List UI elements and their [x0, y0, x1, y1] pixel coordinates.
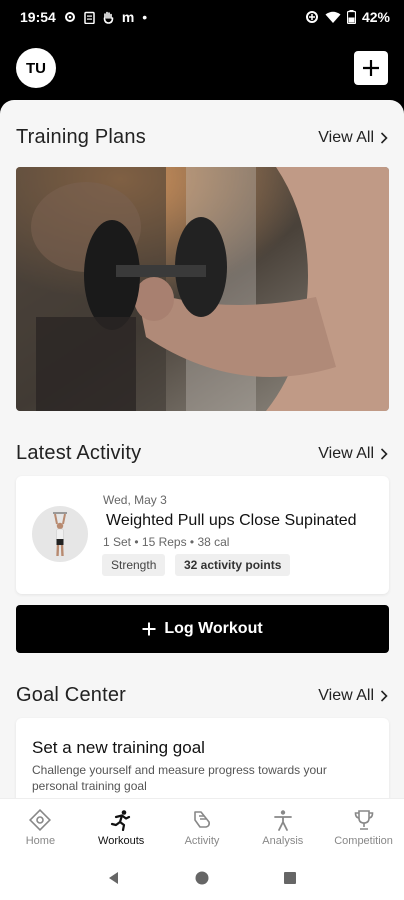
- status-bar: 19:54 m • 42%: [0, 0, 404, 34]
- nav-workouts[interactable]: Workouts: [81, 809, 161, 847]
- nav-analysis[interactable]: Analysis: [243, 809, 323, 847]
- nav-analysis-label: Analysis: [262, 834, 304, 847]
- training-plans-view-all[interactable]: View All: [318, 129, 388, 147]
- nav-activity[interactable]: Activity: [162, 809, 242, 847]
- gym-dumbbell-photo: [16, 167, 389, 411]
- new-goal-card[interactable]: Set a new training goal Challenge yourse…: [16, 718, 389, 798]
- back-icon[interactable]: [106, 870, 122, 886]
- nav-home[interactable]: Home: [0, 808, 80, 847]
- goal-card-description: Challenge yourself and measure progress …: [32, 763, 327, 793]
- add-button[interactable]: [354, 51, 388, 85]
- log-workout-button[interactable]: Log Workout: [16, 605, 389, 653]
- view-all-label: View All: [318, 444, 374, 462]
- status-left: 19:54 m •: [20, 9, 147, 25]
- battery-icon: [346, 10, 356, 24]
- activity-name: Weighted Pull ups Close Supinated: [106, 512, 357, 529]
- training-plan-image[interactable]: [16, 167, 389, 411]
- status-time: 19:54: [20, 9, 56, 25]
- data-saver-icon: [305, 11, 318, 23]
- dot-icon: •: [142, 9, 148, 25]
- nav-home-label: Home: [25, 834, 56, 847]
- nav-workouts-label: Workouts: [98, 834, 145, 847]
- activity-icon: [194, 810, 210, 828]
- training-plans-header: Training Plans View All: [16, 126, 388, 149]
- nav-competition-label: Competition: [334, 834, 393, 847]
- goal-center-header: Goal Center View All: [16, 684, 388, 707]
- analysis-icon: [273, 809, 292, 831]
- exercise-thumbnail: [32, 506, 88, 562]
- view-all-label: View All: [318, 128, 374, 146]
- latest-activity-header: Latest Activity View All: [16, 442, 388, 465]
- m-logo-icon: m: [121, 9, 135, 25]
- activity-tag-category: Strength: [102, 554, 166, 576]
- activity-card[interactable]: Wed, May 3 Weighted Pull ups Close Supin…: [16, 476, 389, 594]
- content-sheet: Training Plans View All Latest Activity …: [0, 100, 404, 798]
- training-plans-title: Training Plans: [16, 126, 146, 148]
- wifi-icon: [325, 11, 341, 23]
- latest-activity-view-all[interactable]: View All: [318, 445, 388, 463]
- log-workout-label: Log Workout: [164, 620, 263, 637]
- goal-card-title: Set a new training goal: [32, 738, 205, 757]
- activity-tag-points: 32 activity points: [175, 554, 291, 576]
- trophy-icon: [354, 809, 373, 830]
- home-circle-icon[interactable]: [194, 870, 210, 886]
- nav-competition[interactable]: Competition: [324, 809, 404, 847]
- system-navigation-bar: [0, 856, 404, 900]
- goal-center-view-all[interactable]: View All: [318, 687, 388, 705]
- plus-icon: [363, 60, 379, 76]
- avatar[interactable]: TU: [16, 48, 56, 88]
- bottom-navigation: Home Workouts Activity Analysis Competit…: [0, 798, 404, 856]
- settings-icon: [64, 12, 75, 22]
- activity-date: Wed, May 3: [103, 493, 167, 507]
- clipboard-icon: [84, 11, 95, 24]
- workouts-icon: [111, 809, 131, 831]
- app-header: TU: [0, 34, 404, 102]
- notification-icons: m •: [64, 9, 147, 25]
- nav-activity-label: Activity: [184, 834, 220, 847]
- plus-icon: [142, 622, 156, 636]
- exercise-figure-icon: [53, 512, 67, 557]
- home-icon: [29, 808, 52, 831]
- activity-meta: 1 Set • 15 Reps • 38 cal: [103, 535, 230, 549]
- view-all-label: View All: [318, 686, 374, 704]
- battery-percent: 42%: [361, 9, 390, 25]
- chevron-right-icon: [380, 447, 388, 460]
- latest-activity-title: Latest Activity: [16, 442, 142, 464]
- goal-center-title: Goal Center: [16, 684, 127, 706]
- hand-icon: [103, 11, 114, 24]
- chevron-right-icon: [380, 131, 388, 144]
- status-right: 42%: [305, 9, 390, 25]
- recents-icon[interactable]: [282, 870, 298, 886]
- chevron-right-icon: [380, 689, 388, 702]
